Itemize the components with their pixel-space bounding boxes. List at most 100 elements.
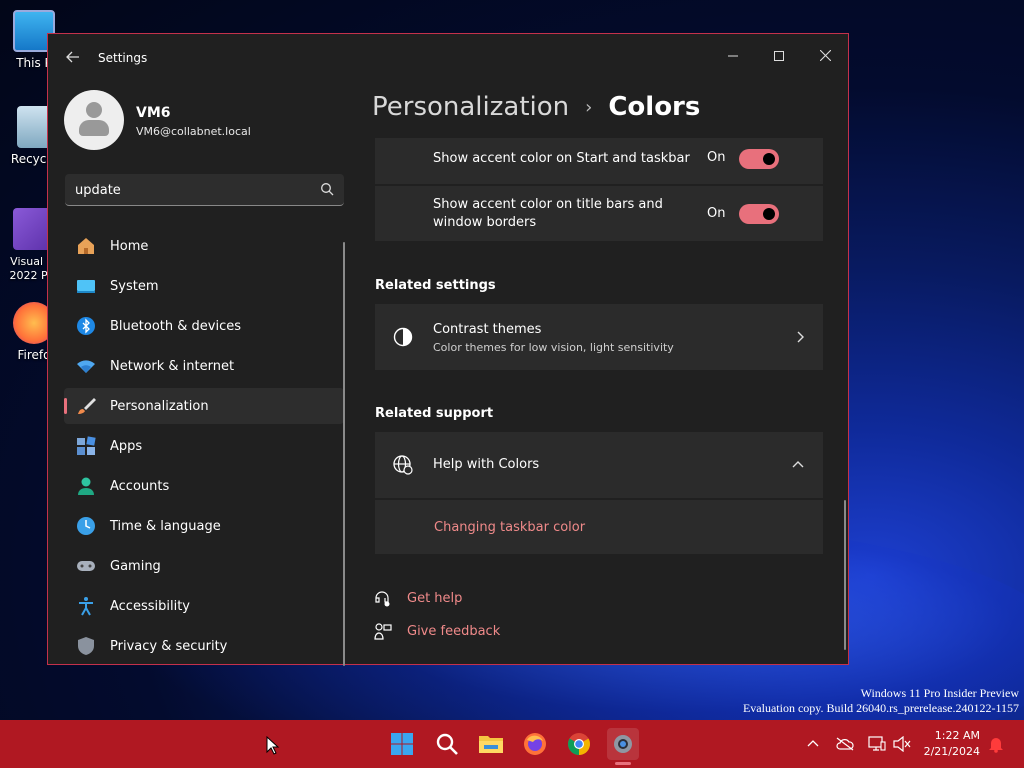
- sidebar-item-gaming[interactable]: Gaming: [64, 548, 344, 584]
- bluetooth-icon: [76, 316, 96, 336]
- network-tray-icon[interactable]: [867, 734, 887, 754]
- network-icon: [76, 356, 96, 376]
- close-button[interactable]: [810, 42, 840, 72]
- taskbar-settings[interactable]: [607, 728, 639, 760]
- sidebar-scrollbar[interactable]: [343, 242, 345, 666]
- changing-taskbar-color-link[interactable]: Changing taskbar color: [434, 520, 585, 535]
- clock-date: 2/21/2024: [923, 745, 980, 758]
- mouse-cursor-icon: [266, 736, 280, 755]
- setting-row-accent-titlebars: Show accent color on title bars and wind…: [375, 186, 823, 241]
- accounts-icon: [76, 476, 96, 496]
- contrast-themes-subtitle: Color themes for low vision, light sensi…: [433, 341, 674, 354]
- help-with-colors-header[interactable]: Help with Colors: [375, 432, 823, 498]
- chevron-up-icon: [792, 461, 804, 468]
- chevron-right-icon: [797, 331, 804, 343]
- give-feedback-link[interactable]: Give feedback: [407, 624, 500, 639]
- taskbar-file-explorer[interactable]: [475, 728, 507, 760]
- system-icon: [76, 276, 96, 296]
- maximize-icon: [774, 51, 784, 61]
- windows-logo-icon: [391, 733, 413, 755]
- contrast-themes-title: Contrast themes: [433, 322, 542, 337]
- breadcrumb-separator: ›: [585, 96, 593, 118]
- gamepad-icon: [76, 556, 96, 576]
- sidebar-item-system[interactable]: System: [64, 268, 344, 304]
- sidebar-item-accounts[interactable]: Accounts: [64, 468, 344, 504]
- sidebar-item-privacy[interactable]: Privacy & security: [64, 628, 344, 664]
- sidebar-nav: Home System Bluetooth & devices Network …: [64, 228, 344, 668]
- settings-icon: [614, 735, 632, 753]
- settings-window: Settings VM6 VM6@collabnet.local Home: [47, 33, 849, 668]
- maximize-button[interactable]: [764, 42, 794, 72]
- sidebar-item-network[interactable]: Network & internet: [64, 348, 344, 384]
- search-icon[interactable]: [320, 182, 334, 196]
- sidebar-item-accessibility[interactable]: Accessibility: [64, 588, 344, 624]
- contrast-themes-card[interactable]: Contrast themes Color themes for low vis…: [375, 304, 823, 370]
- breadcrumb-parent[interactable]: Personalization: [372, 92, 569, 122]
- toggle-state-label: On: [707, 150, 726, 165]
- taskbar-clock[interactable]: 1:22 AM 2/21/2024: [924, 728, 980, 760]
- title-bar[interactable]: Settings: [48, 34, 848, 82]
- get-help-link[interactable]: Get help: [407, 591, 462, 606]
- sidebar-item-bluetooth[interactable]: Bluetooth & devices: [64, 308, 344, 344]
- recycle-bin-icon: [17, 106, 51, 148]
- window-title: Settings: [98, 51, 148, 65]
- setting-label: Show accent color on Start and taskbar: [433, 151, 690, 166]
- avatar[interactable]: [64, 90, 124, 150]
- watermark-line-2: Evaluation copy. Build 26040.rs_prerelea…: [742, 701, 1019, 715]
- feedback-icon: [374, 623, 392, 640]
- sidebar-item-time-language[interactable]: Time & language: [64, 508, 344, 544]
- paintbrush-icon: [76, 396, 96, 416]
- volume-muted-icon: [893, 736, 911, 752]
- get-help-icon: [375, 591, 390, 607]
- minimize-icon: [728, 55, 738, 57]
- sidebar-item-home[interactable]: Home: [64, 228, 344, 264]
- section-title-related-support: Related support: [375, 406, 494, 421]
- accent-titlebars-toggle[interactable]: [739, 204, 779, 224]
- globe-help-icon: [393, 455, 413, 475]
- breadcrumb: Personalization › Colors: [372, 92, 700, 122]
- taskbar-chrome[interactable]: [563, 728, 595, 760]
- search-input[interactable]: [75, 180, 305, 200]
- help-with-colors-title: Help with Colors: [433, 457, 540, 472]
- globe-clock-icon: [76, 516, 96, 536]
- taskbar-search-button[interactable]: [431, 728, 463, 760]
- sidebar-item-personalization[interactable]: Personalization: [64, 388, 344, 424]
- section-title-related-settings: Related settings: [375, 278, 496, 293]
- watermark-line-1: Windows 11 Pro Insider Preview: [860, 686, 1019, 700]
- accent-start-toggle[interactable]: [739, 149, 779, 169]
- page-title: Colors: [608, 92, 701, 122]
- profile-name: VM6: [136, 105, 171, 121]
- toggle-state-label: On: [707, 206, 726, 221]
- search-box[interactable]: [65, 174, 344, 206]
- chrome-icon: [568, 733, 590, 755]
- close-icon: [819, 49, 831, 62]
- folder-icon: [479, 736, 503, 753]
- show-hidden-icons-button[interactable]: [803, 734, 823, 754]
- bell-icon: [989, 738, 1003, 753]
- taskbar: 1:22 AM 2/21/2024: [0, 720, 1024, 768]
- arrow-left-icon: [66, 51, 79, 63]
- home-icon: [76, 236, 96, 256]
- start-button[interactable]: [386, 728, 418, 760]
- setting-label: Show accent color on title bars and wind…: [433, 197, 663, 230]
- main-scrollbar[interactable]: [844, 500, 846, 650]
- accessibility-icon: [76, 596, 96, 616]
- setting-row-accent-start: Show accent color on Start and taskbar O…: [375, 138, 823, 184]
- search-icon: [436, 733, 458, 755]
- apps-icon: [76, 436, 96, 456]
- active-app-indicator: [615, 762, 631, 765]
- cloud-off-icon: [836, 737, 854, 751]
- taskbar-firefox[interactable]: [519, 728, 551, 760]
- contrast-icon: [393, 327, 413, 347]
- onedrive-tray-icon[interactable]: [835, 734, 855, 754]
- volume-tray-icon[interactable]: [892, 734, 912, 754]
- notifications-button[interactable]: [986, 734, 1006, 754]
- minimize-button[interactable]: [718, 42, 748, 72]
- network-wired-icon: [868, 736, 886, 751]
- shield-icon: [76, 636, 96, 656]
- chevron-up-icon: [807, 740, 819, 747]
- firefox-icon: [524, 733, 546, 755]
- sidebar-item-apps[interactable]: Apps: [64, 428, 344, 464]
- back-button[interactable]: [62, 48, 84, 70]
- help-with-colors-content: Changing taskbar color: [375, 500, 823, 554]
